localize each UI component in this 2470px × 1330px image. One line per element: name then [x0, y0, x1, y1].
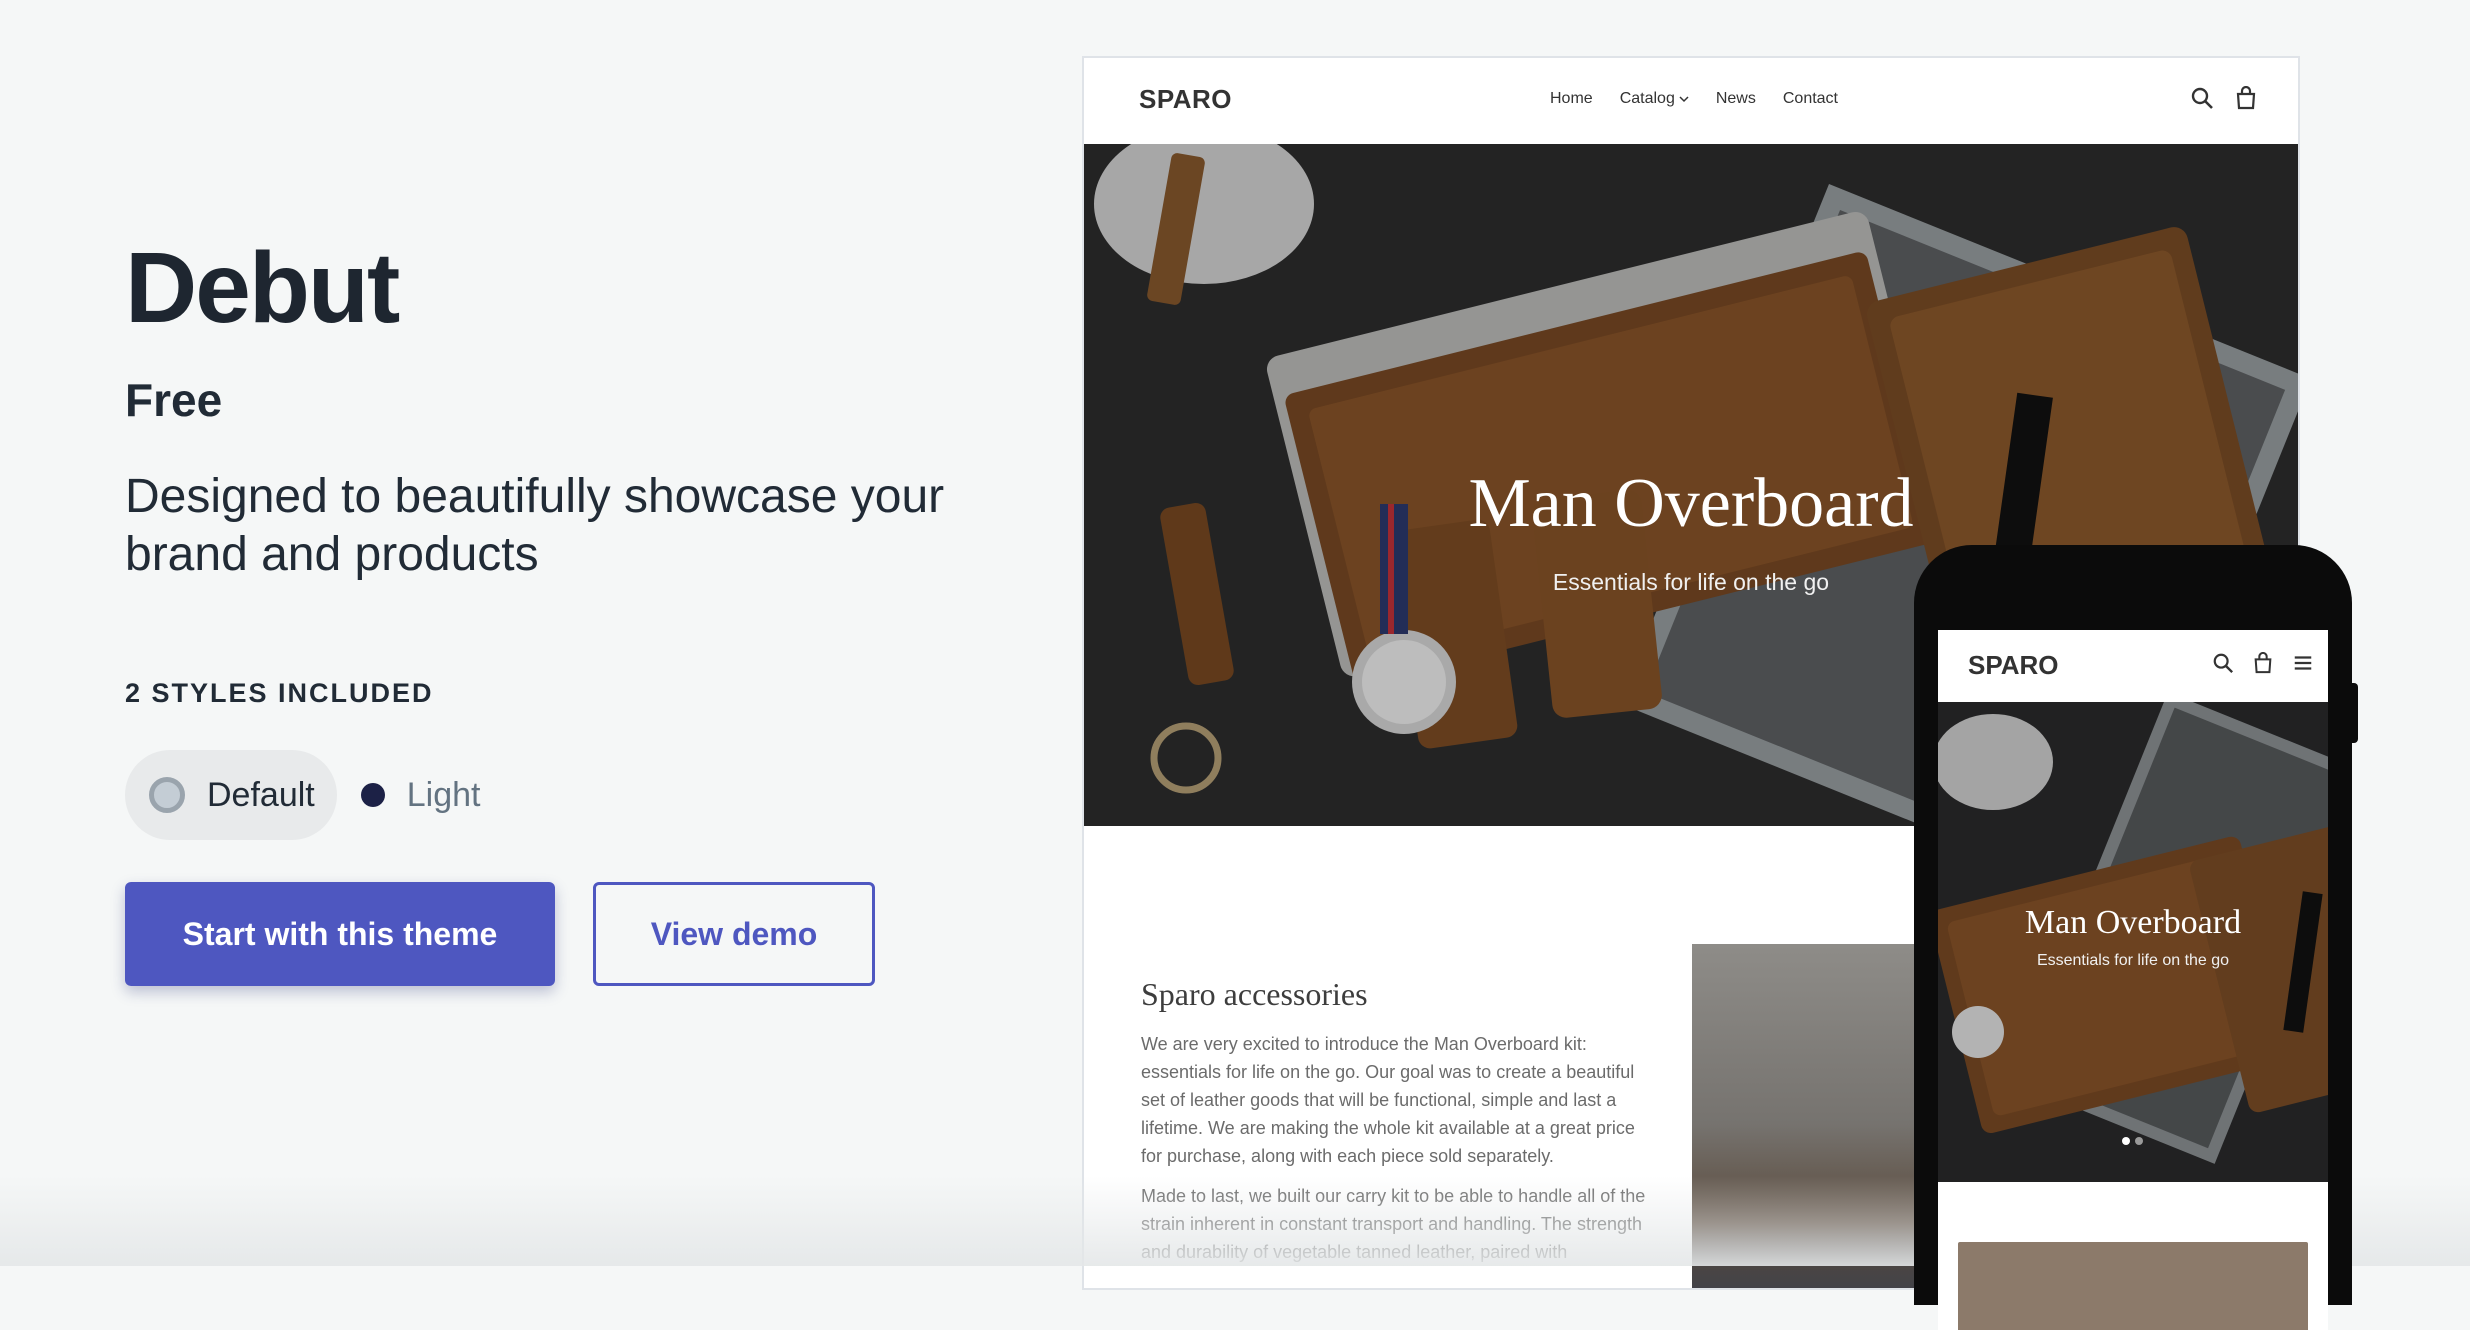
- preview-header: SPARO Home Catalog News Contact: [1084, 58, 2298, 144]
- styles-heading: 2 STYLES INCLUDED: [125, 678, 434, 708]
- theme-description: Designed to beautifully showcase your br…: [125, 470, 945, 581]
- section-photo: [1692, 944, 1922, 1288]
- mobile-hero: Man Overboard Essentials for life on the…: [1938, 702, 2328, 1182]
- phone-side-button: [2350, 683, 2358, 743]
- search-icon: [2191, 87, 2213, 109]
- section-paragraph: Made to last, we built our carry kit to …: [1141, 1186, 1646, 1262]
- style-option-label: Light: [406, 775, 481, 814]
- mobile-logo: SPARO: [1968, 650, 2059, 680]
- nav-item-contact: Contact: [1782, 90, 1838, 107]
- mobile-hero-photo: [1938, 702, 2328, 1182]
- nav-item-home: Home: [1550, 90, 1593, 107]
- chevron-down-icon: [1679, 96, 1689, 103]
- style-option-label: Default: [207, 775, 315, 814]
- style-option-default[interactable]: Default: [125, 750, 337, 840]
- mobile-header-icons: [2194, 652, 2314, 674]
- view-demo-button[interactable]: View demo: [593, 882, 875, 986]
- theme-price: Free: [125, 374, 223, 426]
- default-swatch-icon: [149, 777, 185, 813]
- mobile-hero-subtitle: Essentials for life on the go: [2036, 952, 2230, 969]
- mobile-header: SPARO: [1938, 630, 2328, 702]
- search-icon: [2213, 653, 2234, 674]
- nav-item-catalog: Catalog: [1620, 90, 1689, 108]
- slide-dot-2[interactable]: [2135, 1137, 2143, 1145]
- menu-icon: [2294, 656, 2312, 670]
- nav-item-news: News: [1715, 90, 1756, 107]
- cart-icon: [2236, 86, 2256, 110]
- preview-header-icons: [2170, 86, 2258, 110]
- start-with-theme-button[interactable]: Start with this theme: [125, 882, 555, 986]
- theme-title: Debut: [125, 232, 400, 344]
- section-title: Sparo accessories: [1141, 976, 1368, 1012]
- section-paragraph: We are very excited to introduce the Man…: [1141, 1034, 1635, 1166]
- cart-icon: [2254, 652, 2272, 674]
- mobile-preview: SPARO Man Overboard Essentials for life …: [1914, 545, 2358, 1330]
- slide-dot-1[interactable]: [2122, 1137, 2130, 1145]
- hero-title: Man Overboard: [1468, 465, 1914, 542]
- preview-nav: Home Catalog News Contact: [1550, 90, 1865, 108]
- section-text: We are very excited to introduce the Man…: [1141, 1030, 1659, 1278]
- style-option-light[interactable]: Light: [345, 750, 503, 840]
- mobile-section-photo: [1958, 1242, 2308, 1330]
- mobile-screen: SPARO Man Overboard Essentials for life …: [1938, 630, 2328, 1330]
- action-buttons: Start with this theme View demo: [125, 882, 875, 986]
- style-selector: Default Light: [125, 750, 510, 840]
- light-swatch-icon: [360, 783, 385, 807]
- preview-logo: SPARO: [1139, 84, 1233, 114]
- mobile-hero-title: Man Overboard: [2024, 904, 2242, 941]
- mobile-slideshow-dots: [2122, 1137, 2148, 1145]
